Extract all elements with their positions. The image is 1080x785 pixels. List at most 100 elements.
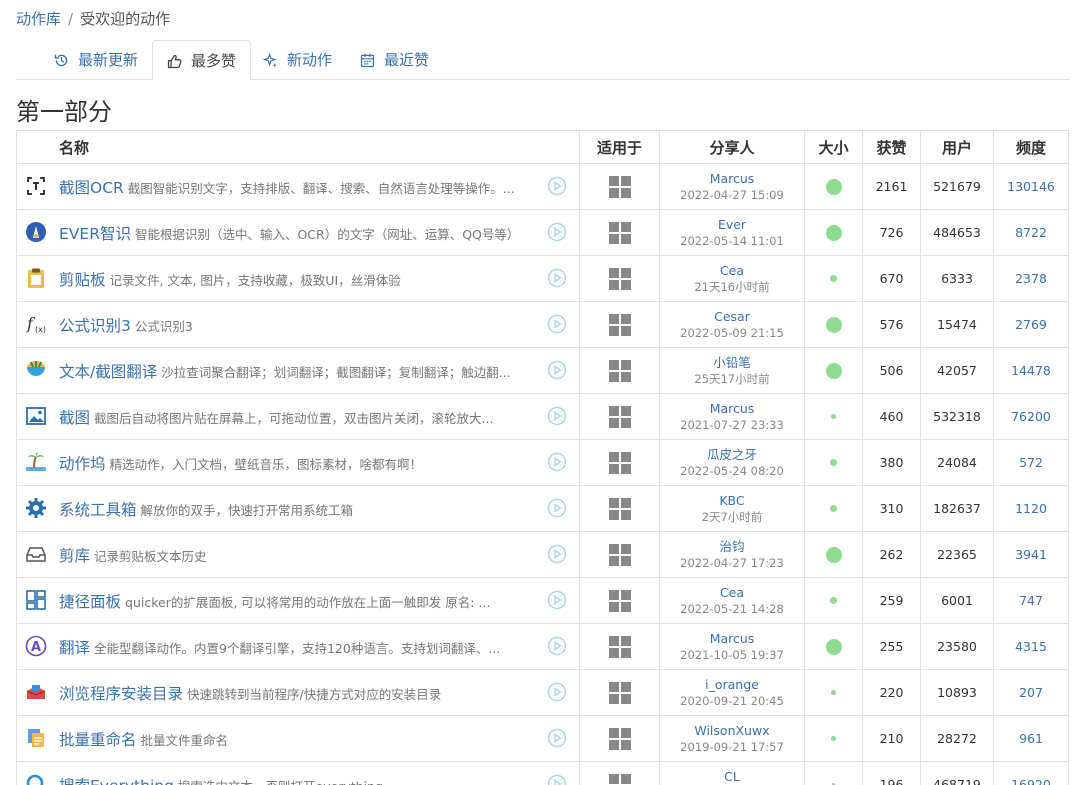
header-app[interactable]: 适用于 [579,130,660,164]
cell-freq[interactable]: 747 [993,577,1069,624]
header-name[interactable]: 名称 [16,130,580,164]
cell-freq[interactable]: 76200 [993,393,1069,440]
action-title-link[interactable]: 截图OCR [59,179,124,197]
sharer-link[interactable]: 治钧 [660,538,804,555]
action-title-line: 文本/截图翻译 沙拉查词聚合翻译；划词翻译；截图翻译；复制翻译；触边翻... [59,360,519,382]
table-row[interactable]: 截图 截图后自动将图片贴在屏幕上，可拖动位置，双击图片关闭，滚轮放大... Marc… [16,393,1069,440]
cell-freq[interactable]: 3941 [993,531,1069,578]
play-icon[interactable] [547,774,567,785]
sharer-link[interactable]: Cesar [660,308,804,325]
cell-app [579,163,660,210]
action-title-link[interactable]: 捷径面板 [59,593,121,611]
sharer-link[interactable]: i_orange [660,676,804,693]
cell-name: 剪贴板 记录文件, 文本, 图片，支持收藏，极致UI，丝滑体验 [16,255,580,302]
tab-recent-likes[interactable]: 最近赞 [346,40,443,80]
play-icon[interactable] [547,176,567,196]
cell-freq[interactable]: 2769 [993,301,1069,348]
cell-app [579,347,660,394]
play-icon[interactable] [547,544,567,564]
table-row[interactable]: 浏览程序安装目录 快速跳转到当前程序/快捷方式对应的安装目录 i_orange 202… [16,669,1069,716]
play-icon[interactable] [547,222,567,242]
header-sharer[interactable]: 分享人 [659,130,805,164]
action-title-link[interactable]: 剪库 [59,547,90,565]
play-icon[interactable] [547,498,567,518]
image-icon [25,405,47,427]
cell-freq[interactable]: 207 [993,669,1069,716]
cell-freq[interactable]: 961 [993,715,1069,762]
cell-users: 24084 [920,439,994,486]
cell-freq[interactable]: 4315 [993,623,1069,670]
play-icon[interactable] [547,406,567,426]
table-row[interactable]: 文本/截图翻译 沙拉查词聚合翻译；划词翻译；截图翻译；复制翻译；触边翻... 小铅笔… [16,347,1069,394]
windows-app-icon [608,681,632,705]
action-title-link[interactable]: 系统工具箱 [59,501,137,519]
sharer-link[interactable]: Ever [660,216,804,233]
action-title-link[interactable]: 公式识别3 [59,317,131,335]
action-title-link[interactable]: 截图 [59,409,90,427]
action-title-link[interactable]: 翻译 [59,639,90,657]
cell-freq[interactable]: 8722 [993,209,1069,256]
action-title-link[interactable]: 批量重命名 [59,731,137,749]
play-icon[interactable] [547,314,567,334]
header-likes[interactable]: 获赞 [862,130,921,164]
table-row[interactable]: 动作坞 精选动作，入门文档，壁纸音乐，图标素材，啥都有啊！ 瓜皮之牙 2022-05-… [16,439,1069,486]
table-row[interactable]: f (x) 公式识别3 公式识别3 Cesar 2022-05-09 21:15 576 15… [16,301,1069,348]
table-row[interactable]: 系统工具箱 解放你的双手，快速打开常用系统工箱 KBC 2天7小时前 310 182637… [16,485,1069,532]
cell-size [804,163,863,210]
share-time: 2020-09-21 20:45 [680,693,784,708]
play-icon[interactable] [547,452,567,472]
table-row[interactable]: 捷径面板 quicker的扩展面板, 可以将常用的动作放在上面一触即发 原名: .… [16,577,1069,624]
cell-freq[interactable]: 2378 [993,255,1069,302]
header-freq[interactable]: 频度 [993,130,1069,164]
play-icon[interactable] [547,636,567,656]
play-icon[interactable] [547,360,567,380]
table-row[interactable]: 批量重命名 批量文件重命名 WilsonXuwx 2019-09-21 17:57 21… [16,715,1069,762]
sharer-link[interactable]: Marcus [660,400,804,417]
play-icon[interactable] [547,728,567,748]
action-title-line: 批量重命名 批量文件重命名 [59,728,519,750]
play-icon[interactable] [547,590,567,610]
action-title-link[interactable]: 剪贴板 [59,271,106,289]
table-row[interactable]: EVER智识 智能根据识别（选中、输入、OCR）的文字（网址、运算、QQ号等）..… [16,209,1069,256]
action-title-link[interactable]: 浏览程序安装目录 [59,685,183,703]
cell-sharer: Cea 21天16小时前 [659,255,805,302]
table-row[interactable]: 剪贴板 记录文件, 文本, 图片，支持收藏，极致UI，丝滑体验 Cea 21天16小时… [16,255,1069,302]
action-title-link[interactable]: EVER智识 [59,225,131,243]
tab-new-actions[interactable]: 新动作 [249,40,346,80]
action-description: 截图智能识别文字，支持排版、翻译、搜索、自然语言处理等操作。... [127,181,515,196]
sharer-link[interactable]: 瓜皮之牙 [660,446,804,463]
tab-most-liked[interactable]: 最多赞 [152,40,252,81]
table-row[interactable]: 截图OCR 截图智能识别文字，支持排版、翻译、搜索、自然语言处理等操作。... Ma… [16,163,1069,210]
windows-app-icon [608,543,632,567]
sharer-link[interactable]: KBC [660,492,804,509]
cell-app [579,439,660,486]
cell-freq[interactable]: 572 [993,439,1069,486]
header-users[interactable]: 用户 [920,130,994,164]
action-title-link[interactable]: 动作坞 [59,455,106,473]
cell-freq[interactable]: 16920 [993,761,1069,785]
sharer-link[interactable]: WilsonXuwx [660,722,804,739]
cell-sharer: KBC 2天7小时前 [659,485,805,532]
tab-latest[interactable]: 最新更新 [40,40,152,80]
play-icon[interactable] [547,682,567,702]
cell-freq[interactable]: 1120 [993,485,1069,532]
action-title-link[interactable]: 文本/截图翻译 [59,363,157,381]
play-icon[interactable] [547,268,567,288]
table-row[interactable]: A 翻译 全能型翻译动作。内置9个翻译引擎，支持120种语言。支持划词翻译、... M… [16,623,1069,670]
sharer-link[interactable]: Marcus [660,630,804,647]
breadcrumb-root-link[interactable]: 动作库 [16,10,61,28]
sharer-link[interactable]: 小铅笔 [660,354,804,371]
calendar-icon [360,53,375,68]
cell-freq[interactable]: 130146 [993,163,1069,210]
sharer-link[interactable]: CL [660,768,804,785]
cell-freq[interactable]: 14478 [993,347,1069,394]
table-row[interactable]: 剪库 记录剪贴板文本历史 治钧 2022-04-27 17:23 262 22365 394… [16,531,1069,578]
action-title-link[interactable]: 搜索Everything [59,777,174,785]
header-size[interactable]: 大小 [804,130,863,164]
sharer-link[interactable]: Cea [660,262,804,279]
sharer-link[interactable]: Cea [660,584,804,601]
sharer-link[interactable]: Marcus [660,170,804,187]
cell-name: 浏览程序安装目录 快速跳转到当前程序/快捷方式对应的安装目录 [16,669,580,716]
cell-likes: 2161 [862,163,921,210]
table-row[interactable]: 搜索Everything 搜索选中文本，否则打开everything CL2021-… [16,761,1069,785]
